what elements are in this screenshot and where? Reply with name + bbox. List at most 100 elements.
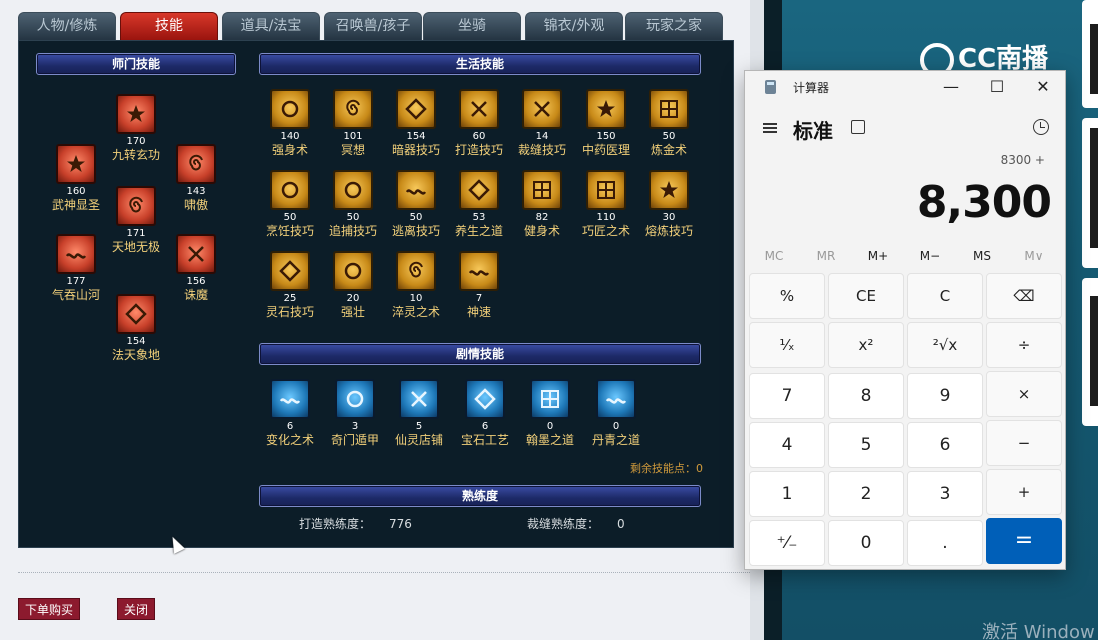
divide-button[interactable]: ÷ bbox=[986, 322, 1062, 368]
skill-alchemy[interactable]: 50 炼金术 bbox=[629, 89, 709, 158]
memory-button[interactable]: M− bbox=[904, 249, 956, 263]
skill-level: 156 bbox=[186, 276, 206, 287]
horn-icon bbox=[116, 294, 156, 334]
memory-button[interactable]: MC bbox=[748, 249, 800, 263]
proficiency-value: 776 bbox=[389, 517, 412, 531]
divider bbox=[18, 572, 750, 573]
digit-6-button[interactable]: 6 bbox=[907, 422, 983, 468]
menu-icon[interactable] bbox=[763, 123, 777, 133]
digit-2-button[interactable]: 2 bbox=[828, 471, 904, 517]
maximize-button[interactable]: ☐ bbox=[977, 75, 1017, 99]
memory-button[interactable]: MR bbox=[800, 249, 852, 263]
memory-button[interactable]: M∨ bbox=[1008, 249, 1060, 263]
life-skills-header: 生活技能 bbox=[259, 53, 701, 75]
tab-5[interactable]: 坐骑 bbox=[423, 12, 521, 40]
side-cards bbox=[1082, 0, 1098, 640]
skill-speed[interactable]: 7 神速 bbox=[439, 251, 519, 320]
chain-icon bbox=[333, 170, 373, 210]
digit-5-button[interactable]: 5 bbox=[828, 422, 904, 468]
multiply-button[interactable]: × bbox=[986, 371, 1062, 417]
skill-claw[interactable]: 156 诛魔 bbox=[156, 234, 236, 303]
square-root-button[interactable]: ²√x bbox=[907, 322, 983, 368]
clear-button[interactable]: C bbox=[907, 273, 983, 319]
tailoring-proficiency: 裁缝熟练度： 0 bbox=[527, 515, 625, 532]
painting-icon bbox=[596, 379, 636, 419]
tab-4[interactable]: 召唤兽/孩子 bbox=[324, 12, 422, 40]
calculator-mode: 标准 bbox=[793, 119, 833, 143]
game-window: 人物/修炼 技能 道具/法宝 召唤兽/孩子 坐骑 锦衣/外观 玩家之家 师门技能 生活技能 … bbox=[0, 0, 765, 640]
bagua-icon bbox=[335, 379, 375, 419]
alchemy-icon bbox=[649, 89, 689, 129]
calculator-title: 计算器 bbox=[793, 81, 830, 95]
percent-button[interactable]: % bbox=[749, 273, 825, 319]
skill-name: 熔炼技巧 bbox=[644, 224, 693, 238]
digit-0-button[interactable]: 0 bbox=[828, 520, 904, 566]
subtract-button[interactable]: − bbox=[986, 420, 1062, 466]
tab-2[interactable]: 技能 bbox=[120, 12, 218, 40]
skill-level: 177 bbox=[66, 276, 86, 287]
vitality-icon bbox=[459, 170, 499, 210]
cook-icon bbox=[270, 170, 310, 210]
digit-1-button[interactable]: 1 bbox=[749, 471, 825, 517]
skill-level: 0 bbox=[612, 421, 620, 432]
equals-button[interactable]: = bbox=[986, 518, 1062, 564]
skill-name: 丹青之道 bbox=[591, 433, 640, 447]
digit-9-button[interactable]: 9 bbox=[907, 373, 983, 419]
skill-horn[interactable]: 154 法天象地 bbox=[96, 294, 176, 363]
reciprocal-button[interactable]: ¹⁄ₓ bbox=[749, 322, 825, 368]
backspace-button[interactable]: ⌫ bbox=[986, 273, 1062, 319]
dart-icon bbox=[396, 89, 436, 129]
digit-4-button[interactable]: 4 bbox=[749, 422, 825, 468]
skills-panel: 师门技能 生活技能 剧情技能 熟练度 剩余技能点：0 打造熟练度： 776 裁缝熟… bbox=[18, 40, 734, 548]
side-card[interactable] bbox=[1082, 118, 1098, 268]
skill-name: 法天象地 bbox=[111, 348, 160, 362]
close-button[interactable]: 关闭 bbox=[117, 598, 155, 620]
tab-7[interactable]: 玩家之家 bbox=[625, 12, 723, 40]
history-icon[interactable] bbox=[1033, 119, 1049, 135]
body-icon bbox=[270, 89, 310, 129]
buy-button[interactable]: 下单购买 bbox=[18, 598, 80, 620]
skill-smelt[interactable]: 30 熔炼技巧 bbox=[629, 170, 709, 239]
fitness-icon bbox=[522, 170, 562, 210]
digit-7-button[interactable]: 7 bbox=[749, 373, 825, 419]
side-card[interactable] bbox=[1082, 0, 1098, 108]
square-button[interactable]: x² bbox=[828, 322, 904, 368]
claw-icon bbox=[176, 234, 216, 274]
calculator-display: 8,300 bbox=[916, 177, 1052, 228]
proficiency-label: 裁缝熟练度： bbox=[527, 517, 600, 531]
tab-6[interactable]: 锦衣/外观 bbox=[525, 12, 623, 40]
skill-name: 炼金术 bbox=[650, 143, 687, 157]
decimal-button[interactable]: . bbox=[907, 520, 983, 566]
ink-icon bbox=[530, 379, 570, 419]
add-button[interactable]: + bbox=[986, 469, 1062, 515]
burst-icon bbox=[56, 144, 96, 184]
memory-button[interactable]: MS bbox=[956, 249, 1008, 263]
skill-mountain[interactable]: 177 气吞山河 bbox=[36, 234, 116, 303]
digit-8-button[interactable]: 8 bbox=[828, 373, 904, 419]
temper-icon bbox=[396, 251, 436, 291]
digit-3-button[interactable]: 3 bbox=[907, 471, 983, 517]
skill-level: 30 bbox=[662, 212, 676, 223]
skill-painting[interactable]: 0 丹青之道 bbox=[576, 379, 656, 448]
smelt-icon bbox=[649, 170, 689, 210]
strong-icon bbox=[333, 251, 373, 291]
meditate-icon bbox=[333, 89, 373, 129]
calculator-expression: 8300 + bbox=[1000, 153, 1045, 167]
negate-button[interactable]: ⁺⁄₋ bbox=[749, 520, 825, 566]
mountain-icon bbox=[56, 234, 96, 274]
dragon-icon bbox=[176, 144, 216, 184]
escape-icon bbox=[396, 170, 436, 210]
clear-entry-button[interactable]: CE bbox=[828, 273, 904, 319]
master-skills-header: 师门技能 bbox=[36, 53, 236, 75]
skill-level: 50 bbox=[662, 131, 676, 142]
side-card[interactable] bbox=[1082, 278, 1098, 426]
tab-3[interactable]: 道具/法宝 bbox=[222, 12, 320, 40]
tab-1[interactable]: 人物/修炼 bbox=[18, 12, 116, 40]
memory-button[interactable]: M+ bbox=[852, 249, 904, 263]
close-window-button[interactable]: ✕ bbox=[1023, 75, 1063, 99]
flame-icon bbox=[116, 94, 156, 134]
calculator-window: 计算器 — ☐ ✕ 标准 8300 + 8,300 MC MR M+ M− MS M∨% C… bbox=[744, 70, 1066, 570]
proficiency-label: 打造熟练度： bbox=[299, 517, 372, 531]
keep-on-top-icon[interactable] bbox=[851, 120, 865, 134]
minimize-button[interactable]: — bbox=[931, 75, 971, 99]
